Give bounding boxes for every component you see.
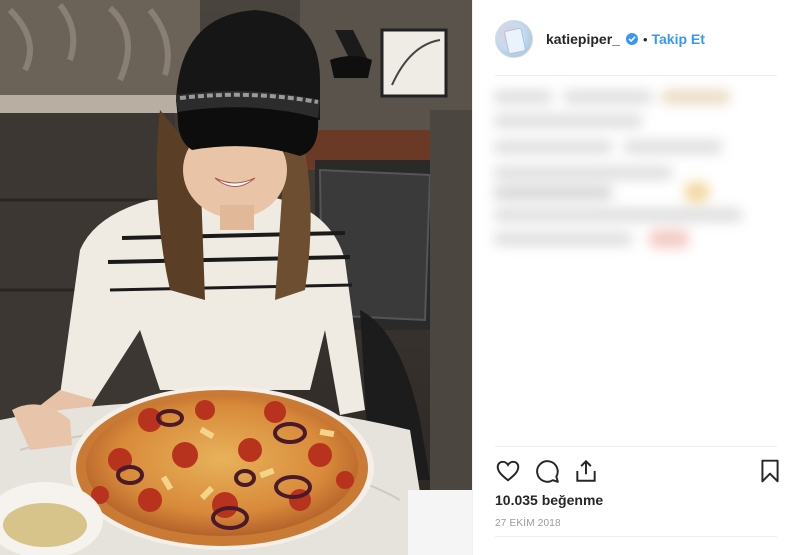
post-photo[interactable]: [0, 0, 472, 555]
username-link[interactable]: katiepiper_: [546, 31, 620, 47]
follow-button[interactable]: Takip Et: [652, 31, 705, 47]
actions-divider: [495, 446, 777, 447]
comment-divider: [495, 536, 777, 537]
post-date[interactable]: 27 EKİM 2018: [495, 518, 561, 529]
blurred-caption: [489, 82, 785, 262]
avatar[interactable]: [495, 20, 533, 58]
verified-badge-icon: [625, 33, 638, 45]
post-actions: [495, 458, 785, 486]
avatar-image: [503, 27, 527, 55]
separator-dot: •: [642, 31, 648, 47]
heart-icon[interactable]: [495, 458, 523, 486]
likes-count[interactable]: 10.035 beğenme: [495, 492, 603, 508]
header-divider: [495, 75, 777, 76]
comment-icon[interactable]: [534, 458, 562, 486]
photo-illustration: [0, 0, 472, 555]
post-side-panel: katiepiper_ • Takip Et 10.035 beğenme 27…: [472, 0, 799, 555]
bookmark-icon[interactable]: [757, 458, 785, 486]
post-header: katiepiper_ • Takip Et: [495, 18, 777, 60]
share-icon[interactable]: [573, 458, 601, 486]
